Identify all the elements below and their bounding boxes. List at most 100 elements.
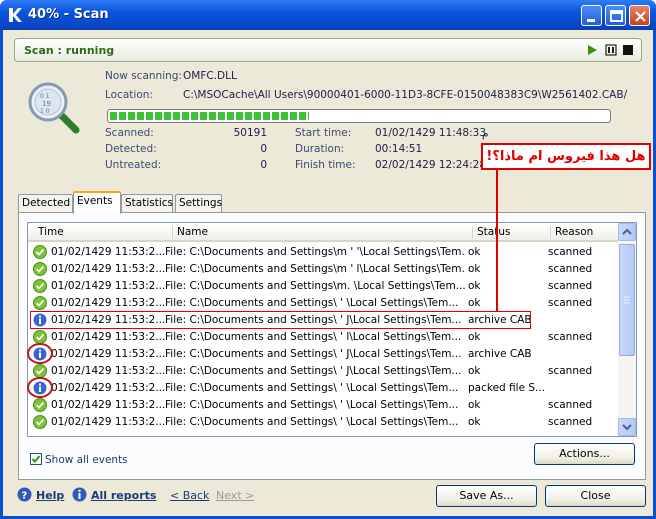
- magnifier-icon: 0 1 19 1 0: [28, 82, 80, 134]
- cell-status: ok: [468, 365, 481, 377]
- checkmark-ok-icon: [33, 364, 47, 378]
- svg-text:?: ?: [22, 491, 28, 502]
- checkmark-icon: [31, 455, 41, 463]
- cell-reason: scanned: [548, 416, 593, 428]
- table-row[interactable]: 01/02/1429 11:53:2... File: C:\Documents …: [28, 261, 618, 278]
- scanned-label: Scanned:: [105, 127, 154, 139]
- detected-label: Detected:: [105, 143, 157, 155]
- column-header-time[interactable]: Time: [34, 226, 172, 239]
- cell-name: File: C:\Documents and Settings\ ' J\Loc…: [165, 365, 462, 377]
- stop-icon[interactable]: [622, 44, 634, 56]
- column-header-name[interactable]: Name: [172, 226, 472, 239]
- cell-time: 01/02/1429 11:53:2...: [51, 280, 166, 292]
- minimize-icon: [587, 19, 595, 22]
- window-title: 40% - Scan: [28, 7, 109, 22]
- table-row[interactable]: 01/02/1429 11:53:2... File: C:\Documents …: [28, 329, 618, 346]
- cell-time: 01/02/1429 11:53:2...: [51, 416, 166, 428]
- scan-progress-fill: [110, 112, 309, 120]
- next-link: Next >: [216, 489, 255, 502]
- checkmark-ok-icon: [33, 296, 47, 310]
- svg-text:1 0: 1 0: [40, 108, 50, 115]
- pause-icon[interactable]: [605, 44, 617, 56]
- cell-name: File: C:\Documents and Settings\ ' l\Loc…: [165, 331, 462, 343]
- close-window-button[interactable]: [629, 5, 650, 26]
- cell-name: File: C:\Documents and Settings\m ' l\Lo…: [165, 263, 465, 275]
- scan-window: 40% - Scan Scan : running 0 1 19 1 0 Now…: [0, 0, 656, 519]
- cell-status: archive CAB: [468, 348, 532, 360]
- cell-status: ok: [468, 280, 481, 292]
- location-label: Location:: [105, 89, 153, 101]
- maximize-icon: [610, 10, 623, 22]
- actions-button[interactable]: Actions...: [534, 443, 635, 465]
- scroll-thumb[interactable]: [619, 244, 635, 356]
- back-link[interactable]: < Back: [170, 489, 209, 502]
- tab-events[interactable]: Events: [73, 191, 121, 214]
- tab-statistics[interactable]: Statistics: [121, 194, 173, 213]
- show-all-events-label[interactable]: Show all events: [45, 454, 128, 466]
- tab-detected[interactable]: Detected: [18, 194, 73, 213]
- now-scanning-value: OMFC.DLL: [183, 70, 237, 82]
- show-all-events-checkbox[interactable]: [30, 453, 42, 465]
- checkmark-ok-icon: [33, 245, 47, 259]
- start-time-value: 01/02/1429 11:48:33: [375, 127, 487, 139]
- cell-name: File: C:\Documents and Settings\ ' \Loca…: [165, 416, 459, 428]
- cell-reason: scanned: [548, 246, 593, 258]
- highlight-ellipse-2: [27, 377, 53, 398]
- cell-name: File: C:\Documents and Settings\m ' '\Lo…: [165, 246, 465, 258]
- svg-text:19: 19: [42, 100, 51, 108]
- scan-status-bar: Scan : running: [14, 38, 642, 62]
- table-row[interactable]: 01/02/1429 11:53:2... File: C:\Documents …: [28, 397, 618, 414]
- vertical-scrollbar[interactable]: [618, 223, 636, 436]
- table-row[interactable]: 01/02/1429 11:53:2... File: C:\Documents …: [28, 244, 618, 261]
- scan-progress-bar: [107, 109, 611, 123]
- scroll-down-button[interactable]: [618, 418, 636, 436]
- tab-settings[interactable]: Settings: [175, 194, 222, 213]
- table-row[interactable]: 01/02/1429 11:53:2... File: C:\Documents …: [28, 414, 618, 431]
- title-bar[interactable]: 40% - Scan: [0, 0, 656, 30]
- cell-time: 01/02/1429 11:53:2...: [51, 348, 166, 360]
- cell-name: File: C:\Documents and Settings\ ' J\Loc…: [165, 348, 462, 360]
- table-row[interactable]: 01/02/1429 11:53:2... File: C:\Documents …: [28, 363, 618, 380]
- duration-label: Duration:: [295, 143, 345, 155]
- cell-status: ok: [468, 297, 481, 309]
- detected-value: 0: [260, 143, 267, 155]
- start-time-suffix: م: [482, 128, 489, 140]
- checkmark-ok-icon: [33, 262, 47, 276]
- table-row[interactable]: 01/02/1429 11:53:2... File: C:\Documents …: [28, 380, 618, 397]
- now-scanning-label: Now scanning:: [105, 70, 182, 82]
- cell-name: File: C:\Documents and Settings\ ' \Loca…: [165, 297, 459, 309]
- table-row[interactable]: 01/02/1429 11:53:2... File: C:\Documents …: [28, 346, 618, 363]
- table-row[interactable]: 01/02/1429 11:53:2... File: C:\Documents …: [28, 295, 618, 312]
- all-reports-link[interactable]: All reports: [91, 489, 156, 502]
- checkmark-ok-icon: [33, 415, 47, 429]
- cell-reason: scanned: [548, 297, 593, 309]
- highlight-row-box: [30, 311, 531, 329]
- cell-time: 01/02/1429 11:53:2...: [51, 297, 166, 309]
- cell-status: ok: [468, 416, 481, 428]
- maximize-button[interactable]: [605, 5, 626, 26]
- duration-value: 00:14:51: [375, 143, 423, 155]
- scan-status-text: Scan : running: [24, 44, 115, 57]
- close-button[interactable]: Close: [545, 485, 646, 507]
- play-icon[interactable]: [586, 44, 598, 56]
- close-icon: [635, 11, 646, 22]
- finish-time-label: Finish time:: [295, 159, 356, 171]
- cell-status: packed file S...: [468, 382, 546, 394]
- minimize-button[interactable]: [581, 5, 602, 26]
- untreated-label: Untreated:: [105, 159, 162, 171]
- table-row[interactable]: 01/02/1429 11:53:2... File: C:\Documents …: [28, 278, 618, 295]
- cell-time: 01/02/1429 11:53:2...: [51, 365, 166, 377]
- help-link[interactable]: Help: [36, 489, 64, 502]
- events-list-header: Time Name Status Reason: [28, 223, 618, 242]
- column-header-status[interactable]: Status: [472, 226, 548, 239]
- column-header-reason[interactable]: Reason: [550, 226, 618, 239]
- checkmark-ok-icon: [33, 330, 47, 344]
- save-as-button[interactable]: Save As...: [436, 485, 537, 507]
- scroll-up-button[interactable]: [618, 223, 636, 241]
- cell-time: 01/02/1429 11:53:2...: [51, 263, 166, 275]
- finish-time-value: 02/02/1429 12:24:28: [375, 159, 487, 171]
- cell-time: 01/02/1429 11:53:2...: [51, 331, 166, 343]
- events-list[interactable]: Time Name Status Reason 01/02/1429 11:53…: [27, 222, 637, 437]
- cell-name: File: C:\Documents and Settings\ ' \Loca…: [165, 399, 459, 411]
- info-icon: [72, 487, 87, 502]
